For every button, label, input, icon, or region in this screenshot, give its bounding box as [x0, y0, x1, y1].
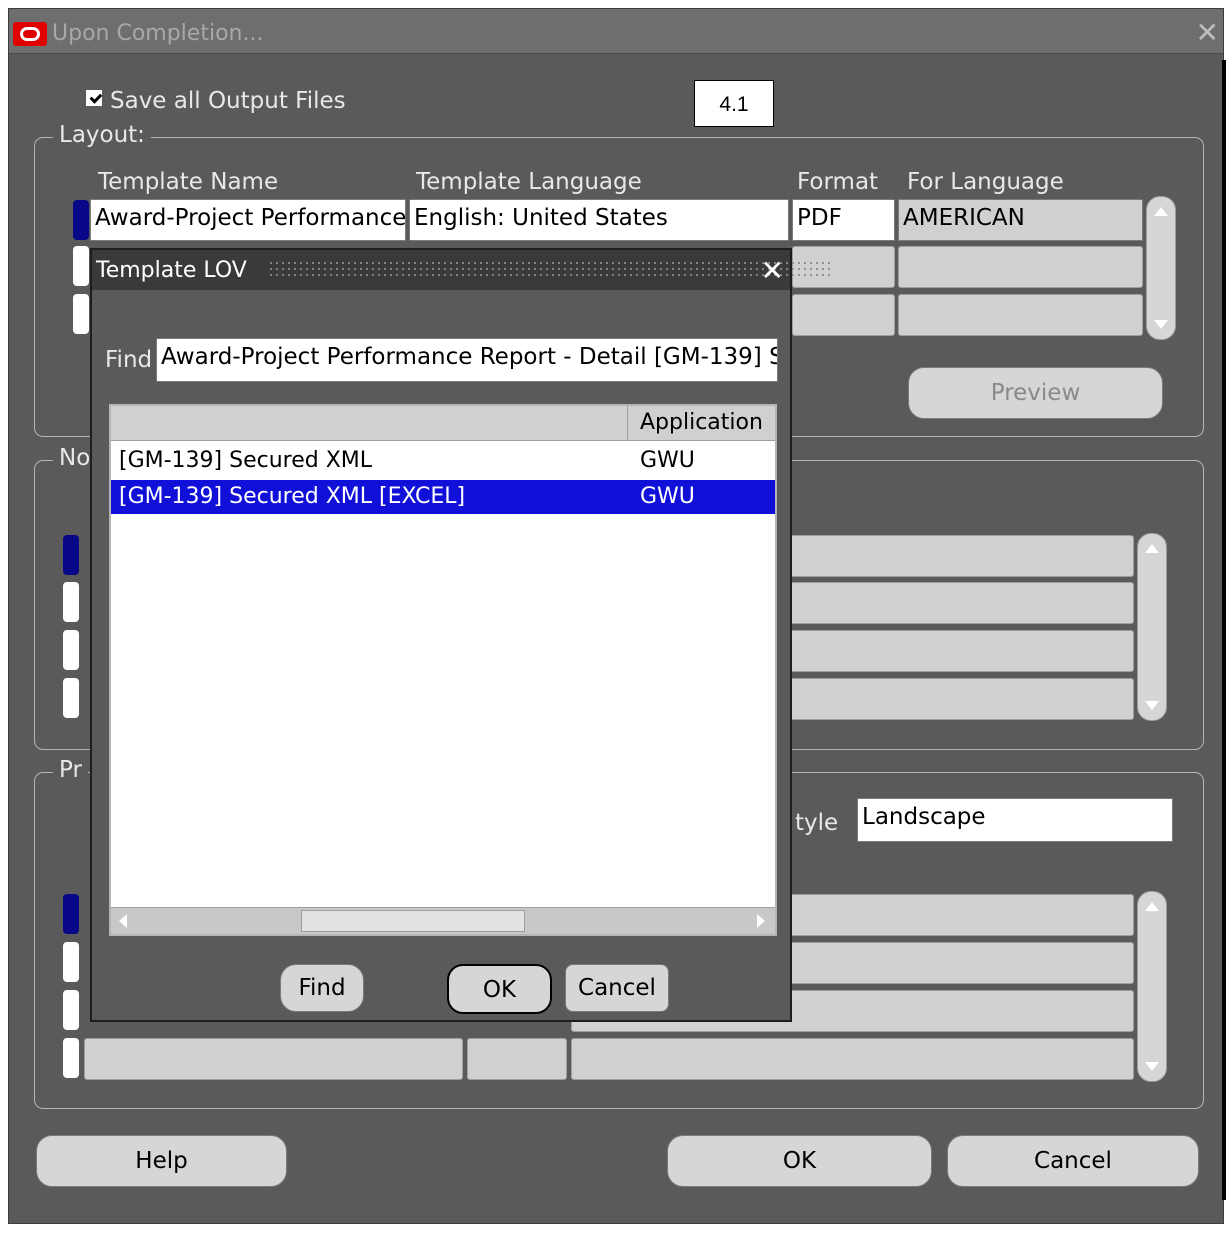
scroll-down-icon[interactable]: [1154, 320, 1168, 329]
printer-name-cell[interactable]: [84, 1038, 463, 1080]
ok-button[interactable]: OK: [667, 1135, 932, 1187]
step-marker: 4.1: [694, 80, 774, 127]
list-item-selected[interactable]: [GM-139] Secured XML [EXCEL] GWU: [111, 480, 775, 514]
find-input[interactable]: Award-Project Performance Report - Detai…: [156, 338, 778, 382]
application-column-header[interactable]: Application: [627, 406, 763, 440]
list-horizontal-scrollbar[interactable]: [111, 907, 775, 934]
row-indicator[interactable]: [63, 630, 79, 670]
lov-find-button[interactable]: Find: [280, 964, 364, 1012]
scroll-left-icon[interactable]: [119, 914, 127, 928]
notify-cell[interactable]: [790, 630, 1134, 672]
save-outputs-label: Save all Output Files: [110, 88, 346, 114]
lov-ok-button[interactable]: OK: [447, 964, 552, 1014]
template-lov-dialog: Template LOV ✕ Find Award-Project Perfor…: [90, 248, 834, 1022]
template-language-field[interactable]: English: United States: [409, 199, 789, 241]
list-item[interactable]: [GM-139] Secured XML GWU: [111, 444, 775, 478]
row-indicator-active[interactable]: [63, 535, 79, 575]
list-header: Application: [111, 406, 775, 441]
lov-title: Template LOV: [96, 258, 247, 283]
lov-titlebar[interactable]: Template LOV ✕: [92, 250, 834, 290]
background-edge: [1222, 60, 1226, 1200]
for-language-cell[interactable]: [898, 294, 1143, 336]
application-value: GWU: [640, 448, 695, 473]
find-label: Find: [105, 347, 153, 373]
format-field[interactable]: PDF: [792, 199, 895, 241]
scroll-up-icon[interactable]: [1145, 902, 1159, 911]
oracle-logo-icon: [13, 22, 47, 46]
lov-cancel-button[interactable]: Cancel: [565, 964, 669, 1012]
notify-cell[interactable]: [790, 535, 1134, 577]
notify-cell[interactable]: [790, 582, 1134, 624]
print-scrollbar[interactable]: [1137, 891, 1167, 1082]
template-name: [GM-139] Secured XML [EXCEL]: [119, 484, 466, 509]
template-name: [GM-139] Secured XML: [119, 448, 373, 473]
row-indicator[interactable]: [63, 582, 79, 622]
for-language-header: For Language: [907, 169, 1064, 195]
layout-legend: Layout:: [53, 122, 151, 148]
cancel-button[interactable]: Cancel: [947, 1135, 1199, 1187]
application-value: GWU: [640, 484, 695, 509]
scroll-right-icon[interactable]: [757, 914, 765, 928]
close-icon[interactable]: ✕: [761, 254, 784, 287]
for-language-field[interactable]: AMERICAN: [898, 199, 1143, 241]
drag-grip[interactable]: [268, 260, 834, 278]
help-button[interactable]: Help: [36, 1135, 287, 1187]
template-language-header: Template Language: [416, 169, 642, 195]
format-header: Format: [797, 169, 879, 195]
window-titlebar[interactable]: Upon Completion... ✕: [9, 9, 1223, 54]
row-indicator[interactable]: [63, 1038, 79, 1078]
row-indicator-active[interactable]: [73, 200, 89, 240]
row-indicator-active[interactable]: [63, 894, 79, 934]
template-name-field[interactable]: Award-Project Performance: [90, 199, 406, 241]
close-icon[interactable]: ✕: [1196, 19, 1219, 47]
row-indicator[interactable]: [73, 294, 89, 334]
scroll-thumb[interactable]: [301, 910, 525, 932]
print-legend: Pr: [53, 757, 88, 783]
printer-copies-cell[interactable]: [467, 1038, 567, 1080]
window-title: Upon Completion...: [52, 21, 264, 46]
scroll-down-icon[interactable]: [1145, 701, 1159, 710]
printer-cell[interactable]: [790, 894, 1134, 936]
printer-cell[interactable]: [790, 942, 1134, 984]
style-field[interactable]: Landscape: [857, 798, 1173, 842]
layout-scrollbar[interactable]: [1146, 196, 1176, 340]
scroll-down-icon[interactable]: [1145, 1062, 1159, 1071]
style-label: tyle: [795, 810, 839, 836]
scroll-up-icon[interactable]: [1145, 544, 1159, 553]
preview-button[interactable]: Preview: [908, 367, 1163, 419]
for-language-cell[interactable]: [898, 246, 1143, 288]
printer-style-cell[interactable]: [571, 1038, 1134, 1080]
row-indicator[interactable]: [63, 678, 79, 718]
row-indicator[interactable]: [63, 990, 79, 1030]
format-cell[interactable]: [792, 294, 895, 336]
template-list: Application [GM-139] Secured XML GWU [GM…: [109, 404, 777, 936]
notify-cell[interactable]: [790, 678, 1134, 720]
save-outputs-checkbox[interactable]: [86, 90, 102, 106]
row-indicator[interactable]: [73, 246, 89, 286]
row-indicator[interactable]: [63, 942, 79, 982]
template-name-header: Template Name: [98, 169, 279, 195]
notify-scrollbar[interactable]: [1137, 533, 1167, 721]
scroll-up-icon[interactable]: [1154, 207, 1168, 216]
